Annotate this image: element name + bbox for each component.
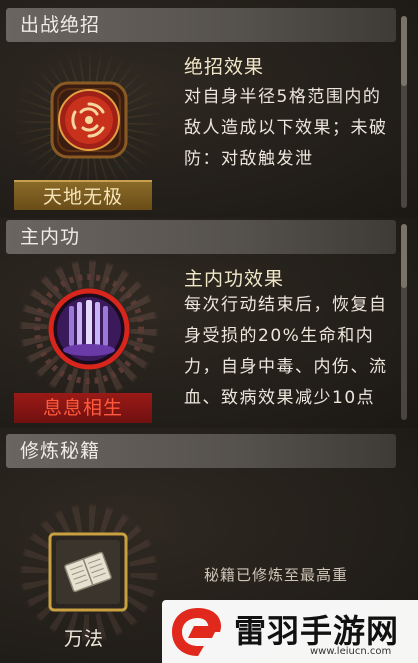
manual-skill-name: 万法 [63, 628, 104, 650]
watermark: 雷羽手游网 www.leiucn.com [162, 600, 418, 663]
ultimate-header: 出战绝招 [6, 8, 396, 42]
internal-scroll-thumb[interactable] [401, 224, 407, 288]
red-swirl-icon [50, 81, 128, 159]
ultimate-skill-name: 天地无极 [14, 180, 152, 210]
ultimate-scroll-thumb[interactable] [401, 16, 407, 86]
manual-panel: 修炼秘籍 万法 秘籍已修炼至最高重 雷羽手游网 www.leiucn.com [0, 428, 418, 663]
ultimate-effect-text[interactable]: 对自身半径5格范围内的敌人造成以下效果；未破防：对敌触发泄 [184, 82, 388, 206]
ultimate-panel: 出战绝招 天地无极 绝招效果 对自身半径5格范围内的敌人造成以下效果；未破防：对… [0, 0, 418, 218]
internal-emblem[interactable] [14, 254, 164, 404]
manual-status-text: 秘籍已修炼至最高重 [204, 566, 349, 584]
internal-effect-text[interactable]: 每次行动结束后，恢复自身受损的20%生命和内力，自身中毒、内伤、流血、致病效果减… [184, 290, 390, 424]
internal-scrollbar[interactable] [401, 224, 407, 420]
internal-panel: 主内功 息息相生 主内功效果 每次行动结束后，恢复自身受损的20%生命和内力，自… [0, 218, 418, 428]
brand-logo-icon [172, 608, 222, 656]
watermark-url: www.leiucn.com [310, 646, 392, 657]
ultimate-effect-title: 绝招效果 [184, 56, 265, 78]
internal-skill-name: 息息相生 [14, 393, 152, 423]
internal-effect-title: 主内功效果 [184, 268, 285, 290]
internal-header: 主内功 [6, 220, 396, 254]
manual-header: 修炼秘籍 [6, 434, 396, 468]
ultimate-scrollbar[interactable] [401, 16, 407, 208]
ultimate-emblem[interactable] [14, 48, 164, 198]
purple-pillars-icon [34, 274, 144, 384]
